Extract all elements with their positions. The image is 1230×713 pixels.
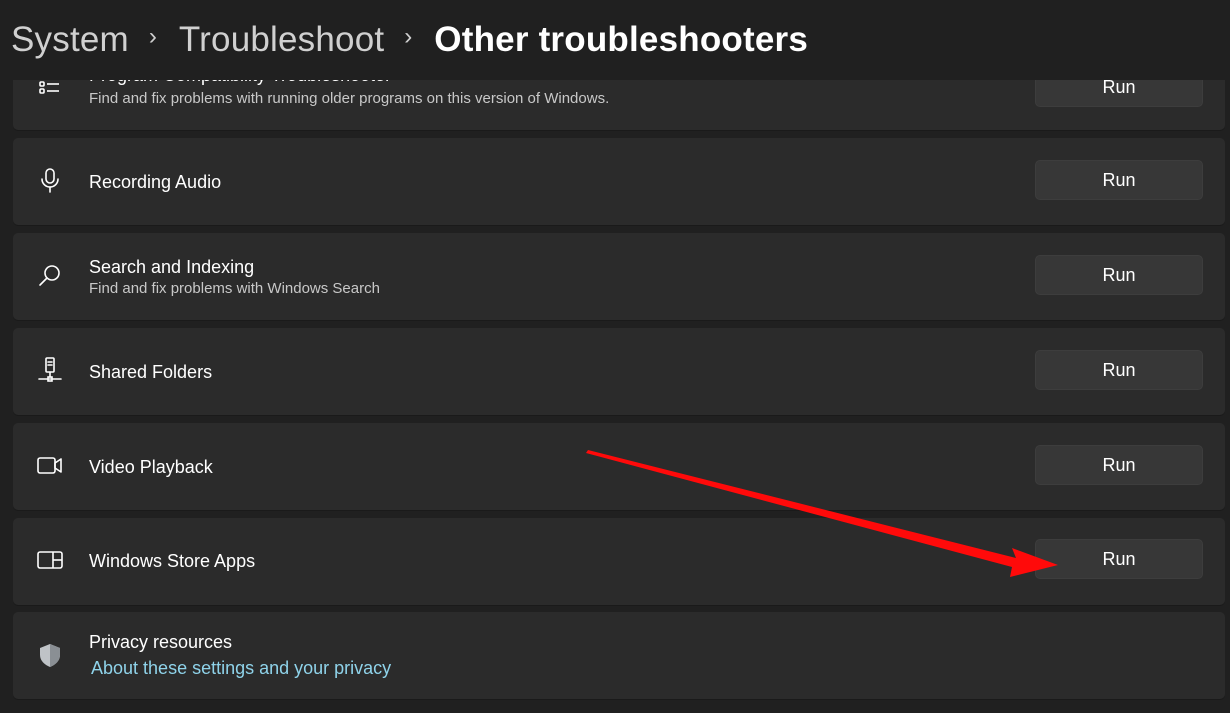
troubleshooter-title: Video Playback <box>89 457 213 477</box>
run-recording-audio-button[interactable]: Run <box>1035 160 1203 200</box>
header: System › Troubleshoot › Other troublesho… <box>0 0 1230 80</box>
breadcrumb-system[interactable]: System <box>11 20 129 60</box>
troubleshooter-description: Find and fix problems with Windows Searc… <box>89 280 380 297</box>
run-video-playback-button[interactable]: Run <box>1035 445 1203 485</box>
breadcrumb-separator: › <box>148 23 157 50</box>
troubleshooter-title: Shared Folders <box>89 362 213 382</box>
breadcrumb-separator: › <box>404 23 413 50</box>
troubleshooter-title: Windows Store Apps <box>89 551 256 571</box>
breadcrumb: System › Troubleshoot › Other troublesho… <box>0 20 808 60</box>
privacy-resources-card: Privacy resources About these settings a… <box>13 612 1225 699</box>
privacy-title: Privacy resources <box>89 632 233 652</box>
troubleshooter-search-indexing: Search and Indexing Find and fix problem… <box>13 233 1225 320</box>
troubleshooter-shared-folders: Shared Folders Run <box>13 328 1225 415</box>
search-icon <box>37 263 63 289</box>
troubleshooter-recording-audio: Recording Audio Run <box>13 138 1225 225</box>
breadcrumb-troubleshoot[interactable]: Troubleshoot <box>179 20 384 60</box>
privacy-link[interactable]: About these settings and your privacy <box>91 658 391 679</box>
video-camera-icon <box>37 453 63 479</box>
run-shared-folders-button[interactable]: Run <box>1035 350 1203 390</box>
microphone-icon <box>37 167 63 193</box>
shared-folders-icon <box>37 357 63 383</box>
run-search-indexing-button[interactable]: Run <box>1035 255 1203 295</box>
store-apps-icon <box>37 547 63 573</box>
troubleshooter-title: Search and Indexing <box>89 257 255 277</box>
troubleshooter-windows-store-apps: Windows Store Apps Run <box>13 518 1225 605</box>
page-title: Other troubleshooters <box>434 20 808 59</box>
troubleshooter-title: Recording Audio <box>89 172 222 192</box>
list-icon <box>37 77 63 103</box>
troubleshooter-video-playback: Video Playback Run <box>13 423 1225 510</box>
shield-icon <box>37 642 63 668</box>
run-windows-store-apps-button[interactable]: Run <box>1035 539 1203 579</box>
troubleshooter-description: Find and fix problems with running older… <box>89 90 610 107</box>
